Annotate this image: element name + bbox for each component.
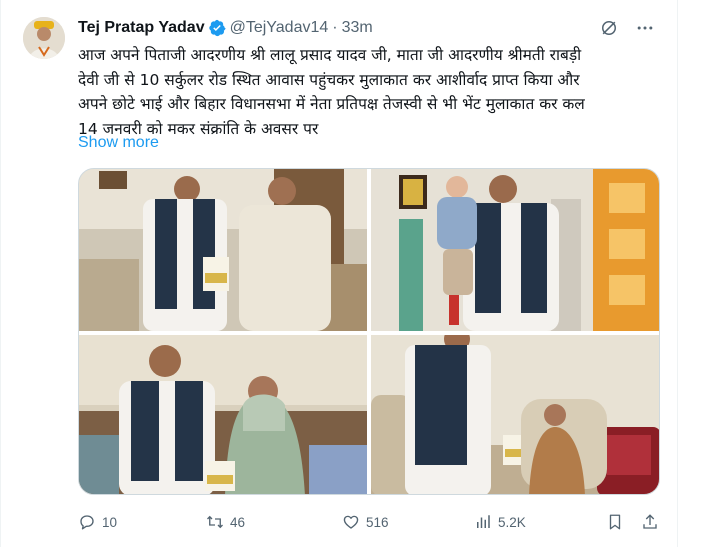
views-button[interactable]: 5.2K <box>474 511 526 533</box>
verified-badge-icon <box>208 19 226 37</box>
tweet-top-actions <box>599 18 655 38</box>
like-count: 516 <box>366 514 389 530</box>
tweet-text-line: अपने छोटे भाई और बिहार विधानसभा में नेता… <box>78 95 585 113</box>
timeline-border-right <box>677 0 678 547</box>
tweet-text-line: 14 जनवरी को मकर संक्रांति के अवसर पर <box>78 119 319 138</box>
bookmark-button[interactable] <box>606 511 624 533</box>
avatar[interactable] <box>23 17 65 59</box>
tweet-text-line: आज अपने पिताजी आदरणीय श्री लालू प्रसाद य… <box>78 46 582 64</box>
like-button[interactable]: 516 <box>342 511 389 533</box>
tweet-action-bar: 10 46 516 5.2K <box>78 511 660 533</box>
reply-count: 10 <box>102 514 118 530</box>
tweet-card[interactable]: Tej Pratap Yadav @TejYadav14 · 33m आज अप… <box>0 0 705 547</box>
media-photo-1[interactable] <box>79 169 367 331</box>
show-more-link[interactable]: Show more <box>78 134 159 152</box>
tweet-header: Tej Pratap Yadav @TejYadav14 · 33m <box>78 18 373 38</box>
more-dots-icon[interactable] <box>635 18 655 38</box>
author-handle[interactable]: @TejYadav14 <box>230 19 329 37</box>
share-button[interactable] <box>641 511 659 533</box>
media-photo-4[interactable] <box>371 335 659 494</box>
media-photo-2[interactable] <box>371 169 659 331</box>
view-count: 5.2K <box>498 514 526 530</box>
reply-icon <box>80 515 94 530</box>
media-grid <box>78 168 660 495</box>
views-chart-icon <box>477 515 490 528</box>
retweet-count: 46 <box>230 514 246 530</box>
tweet-timestamp[interactable]: 33m <box>342 19 373 37</box>
header-separator: · <box>332 19 338 36</box>
grok-icon[interactable] <box>599 18 619 38</box>
timeline-border-left <box>0 0 1 547</box>
tweet-text: आज अपने पिताजी आदरणीय श्री लालू प्रसाद य… <box>78 43 668 141</box>
media-photo-3[interactable] <box>79 335 367 494</box>
tweet-text-line: देवी जी से 10 सर्कुलर रोड स्थित आवास पहु… <box>78 70 580 89</box>
bookmark-icon <box>609 514 621 530</box>
reply-button[interactable]: 10 <box>78 511 117 533</box>
retweet-button[interactable]: 46 <box>206 511 245 533</box>
author-name[interactable]: Tej Pratap Yadav <box>78 19 205 37</box>
heart-icon <box>343 515 359 529</box>
retweet-icon <box>207 515 223 529</box>
share-icon <box>643 514 657 529</box>
